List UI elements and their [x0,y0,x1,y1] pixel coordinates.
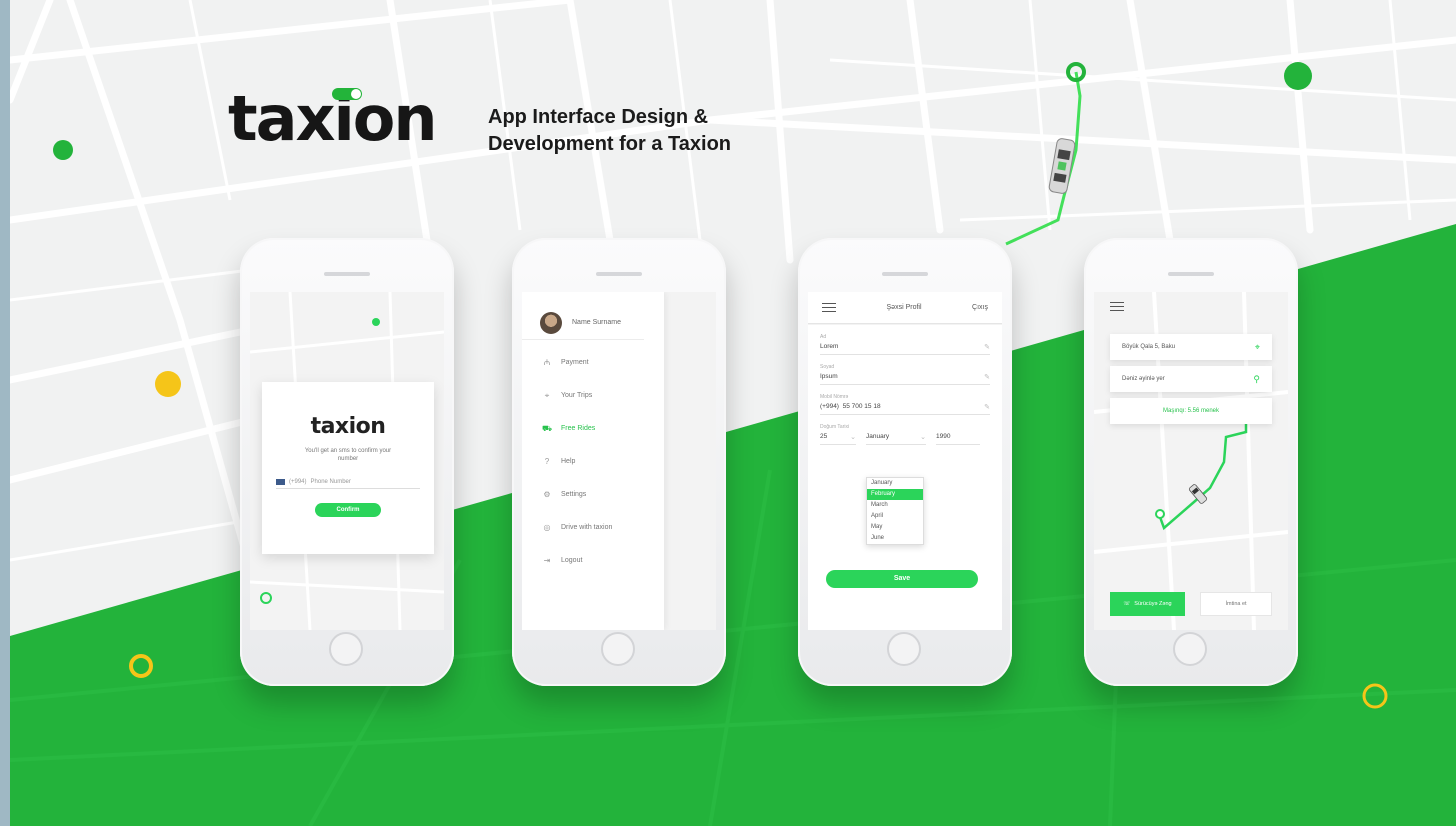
call-driver-button[interactable]: ☏ Sürücüyə Zəng [1110,592,1185,616]
confirm-button[interactable]: Confirm [315,503,381,517]
hamburger-menu-icon[interactable] [822,303,836,312]
speaker [1168,272,1214,276]
edit-pencil-icon[interactable]: ✎ [984,403,990,411]
menu-item-free-rides[interactable]: ⛟ Free Rides [522,412,664,445]
dropdown-option[interactable]: April [867,511,923,522]
destination-card[interactable]: Dəniz əyinlə yer ⚲ [1110,366,1272,392]
country-code[interactable]: (+994) [289,479,307,485]
menu-item-trips[interactable]: ⌖ Your Trips [522,379,664,412]
menu-item-label: Free Rides [561,425,596,432]
birth-date-field: Doğum Tarixi 25 ⌄ January ⌄ 1990 [820,424,990,445]
tagline-line-1: App Interface Design & [488,106,709,128]
name-input[interactable]: Lorem [820,343,838,351]
exit-link[interactable]: Çıxış [972,304,988,311]
menu-item-help[interactable]: ? Help [522,445,664,478]
avatar[interactable] [540,311,562,334]
year-select[interactable]: 1990 [936,430,980,445]
hamburger-menu-icon[interactable] [1110,302,1124,311]
country-code[interactable]: (+994) [820,403,839,410]
pickup-address: Böyük Qala 5, Baku [1122,344,1176,350]
location-pin-icon: ⌖ [544,390,550,400]
dropdown-option[interactable]: March [867,500,923,511]
chevron-down-icon: ⌄ [850,434,856,441]
login-message: You'll get an sms to confirm your number [304,448,392,462]
menu-item-label: Drive with taxion [561,524,613,531]
poster-canvas: taxion App Interface Design & Developmen… [10,0,1456,826]
phone-input[interactable]: Phone Number [311,479,351,485]
menu-item-label: Logout [561,557,583,564]
login-card: taxion You'll get an sms to confirm your… [262,382,434,554]
dropdown-option[interactable]: June [867,533,923,544]
chevron-down-icon: ⌄ [920,434,926,441]
call-driver-label: Sürücüyə Zəng [1134,601,1172,607]
phone-field[interactable]: (+994) Phone Number [276,479,420,489]
payment-icon: ₼ [543,358,551,367]
profile-screen: Şəxsi Profil Çıxış Ad Lorem ✎ Soyad Ipsum… [808,292,1002,630]
home-button[interactable] [329,632,363,666]
speaker [882,272,928,276]
speaker [324,272,370,276]
menu-item-drive[interactable]: ◎ Drive with taxion [522,511,664,544]
phone-field[interactable]: Mobil Nömrə (+994) 55 700 15 18 ✎ [820,394,990,415]
month-dropdown[interactable]: January February March April May June [866,477,924,545]
surname-input[interactable]: Ipsum [820,373,838,381]
gear-icon: ⚙ [543,490,551,499]
login-screen: taxion You'll get an sms to confirm your… [250,292,444,630]
taxi-car-icon [1048,138,1076,194]
taxi-icon: ⛟ [542,423,553,433]
brand-logo: taxion [228,82,437,155]
tagline: App Interface Design & Development for a… [488,104,731,158]
menu-item-label: Help [561,458,576,465]
menu-screen: Name Surname ₼ Payment ⌖ Your Trips ⛟ Free … [522,292,716,630]
eta-text: Maşınqı: 5.56 menek [1162,408,1220,414]
logout-icon: ⇥ [543,556,551,565]
day-select[interactable]: 25 ⌄ [820,430,856,445]
menu-item-label: Settings [561,491,587,498]
eta-card: Maşınqı: 5.56 menek [1110,398,1272,424]
menu-item-label: Your Trips [561,392,593,399]
dropdown-option[interactable]: January [867,478,923,489]
destination-address: Dəniz əyinlə yer [1122,376,1165,382]
surname-field[interactable]: Soyad Ipsum ✎ [820,364,990,385]
phone-profile: Şəxsi Profil Çıxış Ad Lorem ✎ Soyad Ipsum… [798,238,1012,686]
menu-item-payment[interactable]: ₼ Payment [522,346,664,379]
edit-pencil-icon[interactable]: ✎ [984,343,990,351]
phone-ride: Böyük Qala 5, Baku ⌖ Dəniz əyinlə yer ⚲ Ma… [1084,238,1298,686]
menu-item-label: Payment [561,359,589,366]
help-icon: ? [544,457,550,466]
home-button[interactable] [601,632,635,666]
brand-name: taxion [228,82,437,155]
tagline-line-2: Development for a Taxion [488,133,732,155]
dropdown-option[interactable]: May [867,522,923,533]
phone-input[interactable]: 55 700 15 18 [843,403,881,410]
login-logo: taxion [310,414,386,439]
name-field[interactable]: Ad Lorem ✎ [820,334,990,355]
phone-menu: Name Surname ₼ Payment ⌖ Your Trips ⛟ Free … [512,238,726,686]
save-button[interactable]: Save [826,570,978,588]
location-pin-icon[interactable]: ⚲ [1253,374,1260,385]
edit-pencil-icon[interactable]: ✎ [984,373,990,381]
profile-title: Şəxsi Profil [886,304,922,311]
drawer-header[interactable]: Name Surname [522,292,644,340]
flag-icon [276,479,285,485]
phone-login: taxion You'll get an sms to confirm your… [240,238,454,686]
menu-item-logout[interactable]: ⇥ Logout [522,544,664,577]
menu-item-settings[interactable]: ⚙ Settings [522,478,664,511]
side-drawer: Name Surname ₼ Payment ⌖ Your Trips ⛟ Free … [522,292,664,630]
dropdown-option-selected[interactable]: February [867,489,923,500]
cancel-button[interactable]: İmtina et [1200,592,1272,616]
phone-icon: ☏ [1123,601,1131,607]
pickup-card[interactable]: Böyük Qala 5, Baku ⌖ [1110,334,1272,360]
steering-wheel-icon: ◎ [543,523,551,532]
crosshair-icon[interactable]: ⌖ [1255,342,1260,353]
user-name: Name Surname [572,319,622,326]
green-dot-marker [53,140,73,160]
home-button[interactable] [887,632,921,666]
profile-top-bar: Şəxsi Profil Çıxış [808,292,1002,324]
toggle-icon [332,88,362,100]
ride-screen: Böyük Qala 5, Baku ⌖ Dəniz əyinlə yer ⚲ Ma… [1094,292,1288,630]
speaker [596,272,642,276]
home-button[interactable] [1173,632,1207,666]
month-select[interactable]: January ⌄ [866,430,926,445]
